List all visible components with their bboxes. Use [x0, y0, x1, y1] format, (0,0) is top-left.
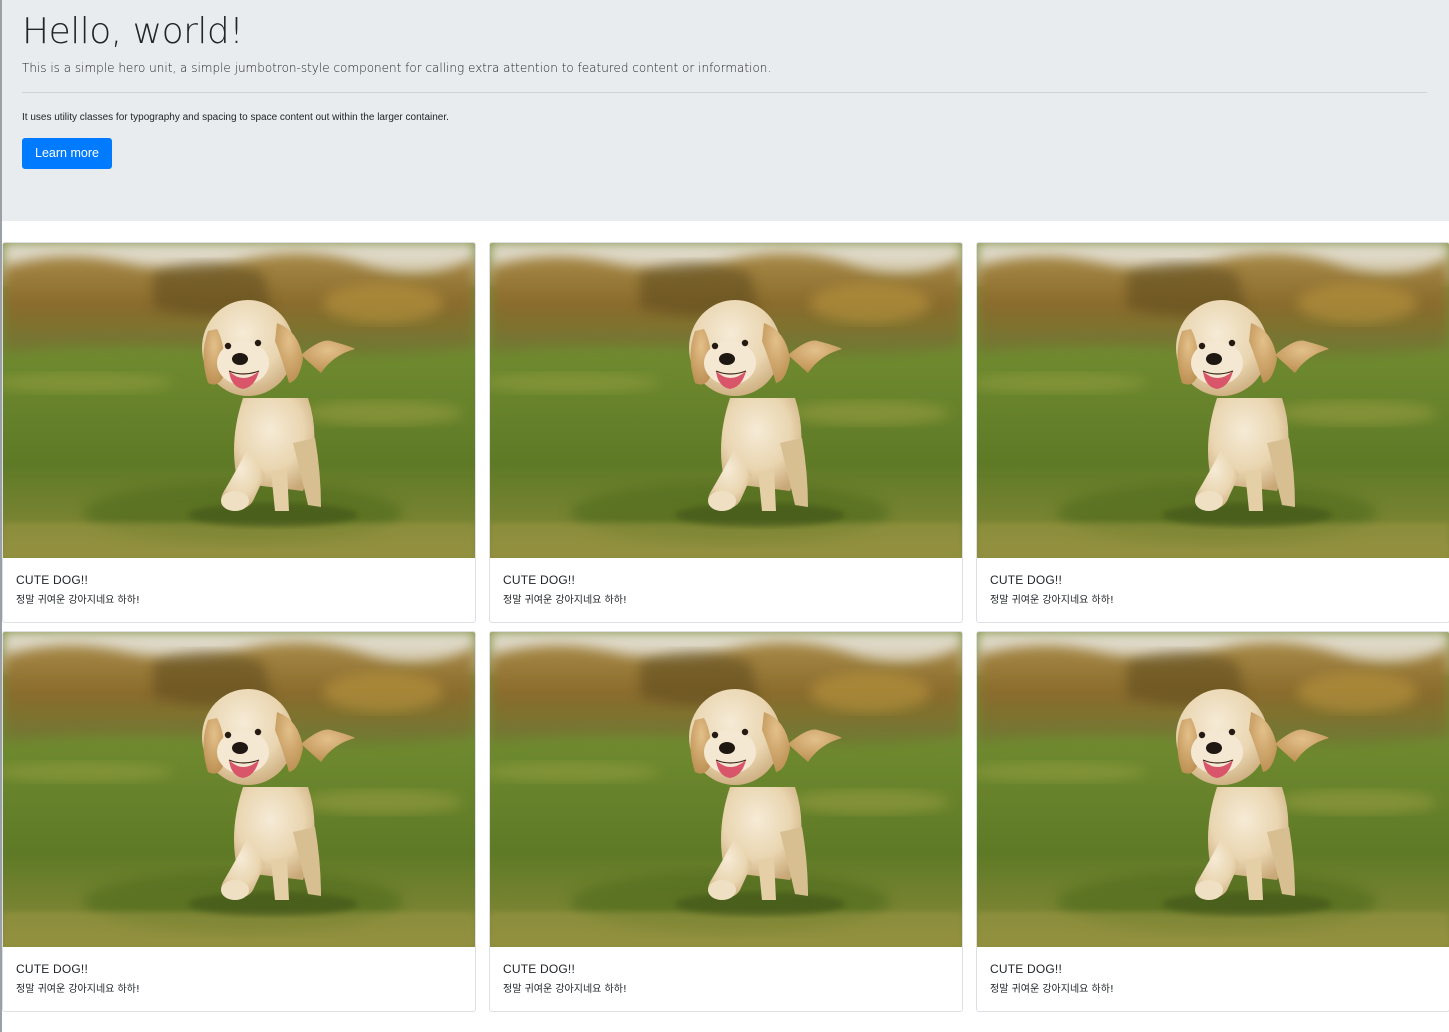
puppy-image — [977, 632, 1449, 947]
jumbotron-divider — [22, 92, 1427, 93]
card-title: CUTE DOG!! — [16, 573, 89, 587]
card: CUTE DOG!! 정말 귀여운 강아지네요 하하! — [489, 242, 963, 623]
card-title: CUTE DOG!! — [503, 573, 576, 587]
puppy-image — [3, 243, 475, 558]
puppy-image — [490, 243, 962, 558]
card-title: CUTE DOG!! — [990, 962, 1063, 976]
card-title: CUTE DOG!! — [503, 962, 576, 976]
card-text: 정말 귀여운 강아지네요 하하! — [503, 595, 627, 606]
card-body: CUTE DOG!! 정말 귀여운 강아지네요 하하! — [977, 947, 1449, 997]
jumbotron-text: It uses utility classes for typography a… — [22, 112, 449, 123]
card: CUTE DOG!! 정말 귀여운 강아지네요 하하! — [976, 242, 1449, 623]
card-text: 정말 귀여운 강아지네요 하하! — [990, 595, 1114, 606]
card: CUTE DOG!! 정말 귀여운 강아지네요 하하! — [976, 631, 1449, 1012]
card-text: 정말 귀여운 강아지네요 하하! — [503, 984, 627, 995]
jumbotron: Hello, world! This is a simple hero unit… — [2, 0, 1449, 221]
puppy-image — [490, 632, 962, 947]
page: Hello, world! This is a simple hero unit… — [0, 0, 1449, 1032]
card-text: 정말 귀여운 강아지네요 하하! — [16, 984, 140, 995]
jumbotron-lead: This is a simple hero unit, a simple jum… — [22, 61, 772, 75]
card: CUTE DOG!! 정말 귀여운 강아지네요 하하! — [489, 631, 963, 1012]
card: CUTE DOG!! 정말 귀여운 강아지네요 하하! — [2, 631, 476, 1012]
card-body: CUTE DOG!! 정말 귀여운 강아지네요 하하! — [490, 558, 962, 608]
card-body: CUTE DOG!! 정말 귀여운 강아지네요 하하! — [977, 558, 1449, 608]
card: CUTE DOG!! 정말 귀여운 강아지네요 하하! — [2, 242, 476, 623]
card-body: CUTE DOG!! 정말 귀여운 강아지네요 하하! — [490, 947, 962, 997]
card-grid: CUTE DOG!! 정말 귀여운 강아지네요 하하! CUTE DOG!! 정… — [2, 242, 1449, 1012]
card-title: CUTE DOG!! — [990, 573, 1063, 587]
puppy-image — [3, 632, 475, 947]
jumbotron-title: Hello, world! — [22, 11, 244, 52]
puppy-image — [977, 243, 1449, 558]
card-title: CUTE DOG!! — [16, 962, 89, 976]
card-text: 정말 귀여운 강아지네요 하하! — [990, 984, 1114, 995]
card-text: 정말 귀여운 강아지네요 하하! — [16, 595, 140, 606]
card-body: CUTE DOG!! 정말 귀여운 강아지네요 하하! — [3, 558, 475, 608]
card-body: CUTE DOG!! 정말 귀여운 강아지네요 하하! — [3, 947, 475, 997]
learn-more-button[interactable]: Learn more — [22, 138, 112, 169]
